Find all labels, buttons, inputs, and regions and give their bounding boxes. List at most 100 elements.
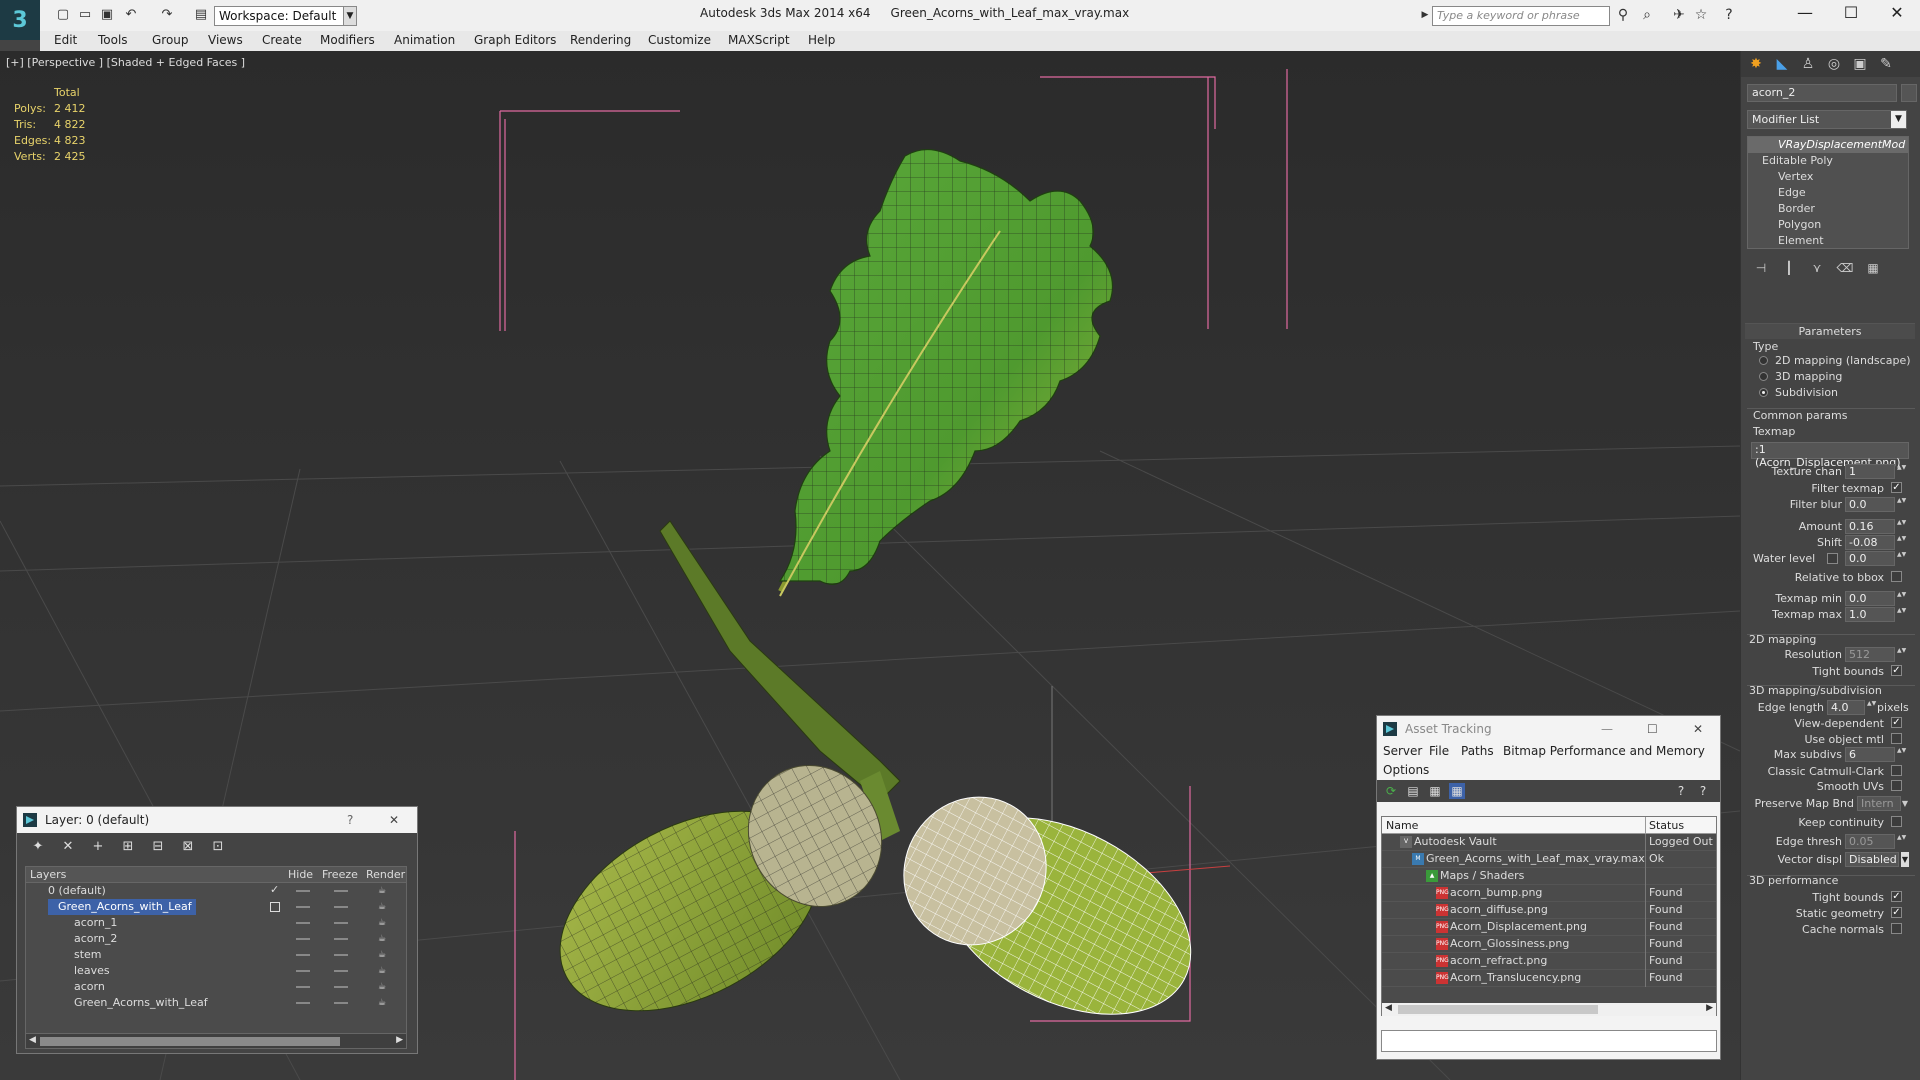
spinner-arrows-icon[interactable]: ▲▼ xyxy=(1897,647,1906,662)
scroll-left-icon[interactable]: ◀ xyxy=(29,1035,36,1045)
redo-icon[interactable]: ↷ xyxy=(158,6,176,24)
refresh-icon[interactable]: ⟳ xyxy=(1383,783,1399,799)
filter-texmap-checkbox[interactable]: ✓ xyxy=(1891,482,1902,493)
workspace-dropdown[interactable]: Workspace: Default xyxy=(214,6,344,26)
layer-row[interactable]: Green_Acorns_with_Leaf ☕ xyxy=(26,995,406,1011)
scrollbar-thumb[interactable] xyxy=(40,1037,340,1046)
classic-catmull-checkbox[interactable] xyxy=(1891,765,1902,776)
asset-row[interactable]: PNGacorn_refract.png Found xyxy=(1382,953,1716,970)
active-layer-box[interactable] xyxy=(270,902,280,912)
undo-icon[interactable]: ↶ xyxy=(122,6,140,24)
render-teapot-icon[interactable]: ☕ xyxy=(378,982,388,992)
stack-item-element[interactable]: Element xyxy=(1748,233,1908,249)
close-icon[interactable]: ✕ xyxy=(1693,716,1703,742)
asset-row[interactable]: V Autodesk Vault Logged Out xyxy=(1382,834,1716,851)
menu-file[interactable]: File xyxy=(1429,744,1449,758)
resolution-spinner[interactable]: 512 xyxy=(1845,647,1895,662)
asset-path-field[interactable] xyxy=(1381,1030,1717,1052)
spinner-arrows-icon[interactable]: ▲▼ xyxy=(1897,607,1906,622)
menu-create[interactable]: Create xyxy=(262,33,302,47)
edge-thresh-spinner[interactable]: 0.05 xyxy=(1845,834,1895,849)
menu-rendering[interactable]: Rendering xyxy=(570,33,631,47)
shift-spinner[interactable]: -0.08 xyxy=(1845,535,1895,550)
modify-tab-icon[interactable]: ◣ xyxy=(1771,54,1793,74)
stack-item-edge[interactable]: Edge xyxy=(1748,185,1908,201)
help-icon[interactable]: ? xyxy=(1673,783,1689,799)
spinner-arrows-icon[interactable]: ▲▼ xyxy=(1897,747,1906,762)
hide-toggle[interactable] xyxy=(296,986,310,988)
thumbnail-view-icon[interactable]: ▦ xyxy=(1427,783,1443,799)
layer-row[interactable]: stem ☕ xyxy=(26,947,406,963)
scrollbar-thumb[interactable] xyxy=(1398,1005,1598,1014)
hide-toggle[interactable] xyxy=(296,906,310,908)
amount-spinner[interactable]: 0.16 xyxy=(1845,519,1895,534)
edge-length-spinner[interactable]: 4.0 xyxy=(1827,700,1865,715)
window-title-bar[interactable]: Layer: 0 (default) ? ✕ xyxy=(17,807,417,833)
search-icon[interactable]: ⌕ xyxy=(1638,6,1656,24)
hide-toggle[interactable] xyxy=(296,1002,310,1004)
create-tab-icon[interactable]: ✸ xyxy=(1745,54,1767,74)
vector-displ-dropdown[interactable]: Disabled xyxy=(1845,852,1899,867)
column-header[interactable]: Name xyxy=(1386,819,1418,832)
highlight-icon[interactable]: ⊟ xyxy=(147,838,169,856)
search-input[interactable]: Type a keyword or phrase xyxy=(1432,6,1610,26)
list-view-icon[interactable]: ▤ xyxy=(1405,783,1421,799)
scroll-right-icon[interactable]: ▶ xyxy=(396,1035,403,1045)
chevron-down-icon[interactable]: ▼ xyxy=(1901,852,1909,867)
star-icon[interactable]: ☆ xyxy=(1692,6,1710,24)
freeze-toggle[interactable] xyxy=(334,970,348,972)
menu-group[interactable]: Group xyxy=(152,33,189,47)
asset-row[interactable]: PNGacorn_diffuse.png Found xyxy=(1382,902,1716,919)
minimize-icon[interactable]: — xyxy=(1601,716,1613,742)
binoculars-icon[interactable]: ⚲ xyxy=(1614,6,1632,24)
asset-row[interactable]: ▲ Maps / Shaders xyxy=(1382,868,1716,885)
freeze-toggle[interactable] xyxy=(334,922,348,924)
relative-bbox-checkbox[interactable] xyxy=(1891,571,1902,582)
spinner-arrows-icon[interactable]: ▲▼ xyxy=(1897,591,1906,606)
water-level-checkbox[interactable] xyxy=(1827,553,1838,564)
freeze-toggle[interactable] xyxy=(334,890,348,892)
help-icon[interactable]: ? xyxy=(1720,6,1738,24)
stack-item-polygon[interactable]: Polygon xyxy=(1748,217,1908,233)
save-icon[interactable]: ▣ xyxy=(98,6,116,24)
hide-toggle[interactable] xyxy=(296,970,310,972)
hide-toggle[interactable] xyxy=(296,938,310,940)
freeze-toggle[interactable] xyxy=(334,1002,348,1004)
viewport-label[interactable]: [+] [Perspective ] [Shaded + Edged Faces… xyxy=(6,56,245,69)
spinner-arrows-icon[interactable]: ▲▼ xyxy=(1867,700,1876,715)
asset-row[interactable]: M Green_Acorns_with_Leaf_max_vray.max Ok xyxy=(1382,851,1716,868)
chevron-down-icon[interactable]: ▼ xyxy=(1891,111,1906,128)
layer-row[interactable]: acorn ☕ xyxy=(26,979,406,995)
hide-all-icon[interactable]: ⊠ xyxy=(177,838,199,856)
scroll-right-icon[interactable]: ▶ xyxy=(1706,1003,1713,1013)
water-level-spinner[interactable]: 0.0 xyxy=(1845,551,1895,566)
stack-item-editable-poly[interactable]: Editable Poly xyxy=(1748,153,1908,169)
horizontal-scrollbar[interactable]: ◀ ▶ xyxy=(26,1033,406,1048)
freeze-toggle[interactable] xyxy=(334,906,348,908)
freeze-toggle[interactable] xyxy=(334,986,348,988)
render-teapot-icon[interactable]: ☕ xyxy=(378,998,388,1008)
menu-modifiers[interactable]: Modifiers xyxy=(320,33,375,47)
column-header[interactable]: Status xyxy=(1649,819,1684,832)
make-unique-icon[interactable]: ⋎ xyxy=(1803,261,1831,275)
chevron-down-icon[interactable]: ▼ xyxy=(343,6,357,26)
texmap-max-spinner[interactable]: 1.0 xyxy=(1845,607,1895,622)
asset-row[interactable]: PNGacorn_bump.png Found xyxy=(1382,885,1716,902)
menu-graph-editors[interactable]: Graph Editors xyxy=(474,33,556,47)
radio-2d-mapping[interactable] xyxy=(1759,356,1768,365)
object-color-swatch[interactable] xyxy=(1901,84,1917,102)
pin-stack-icon[interactable]: ⊣ xyxy=(1747,261,1775,275)
filter-blur-spinner[interactable]: 0.0 xyxy=(1845,497,1895,512)
column-header[interactable]: Render xyxy=(366,868,405,881)
use-object-mtl-checkbox[interactable] xyxy=(1891,733,1902,744)
parameters-rollout[interactable]: Parameters xyxy=(1745,323,1915,339)
max-subdivs-spinner[interactable]: 6 xyxy=(1845,747,1895,762)
menu-maxscript[interactable]: MAXScript xyxy=(728,33,790,47)
layer-row[interactable]: leaves ☕ xyxy=(26,963,406,979)
menu-help[interactable]: Help xyxy=(808,33,835,47)
delete-layer-icon[interactable]: ✕ xyxy=(57,838,79,856)
open-file-icon[interactable]: ▭ xyxy=(76,6,94,24)
select-objects-icon[interactable]: ⊞ xyxy=(117,838,139,856)
close-button[interactable]: ✕ xyxy=(1874,0,1920,26)
static-geometry-checkbox[interactable]: ✓ xyxy=(1891,907,1902,918)
